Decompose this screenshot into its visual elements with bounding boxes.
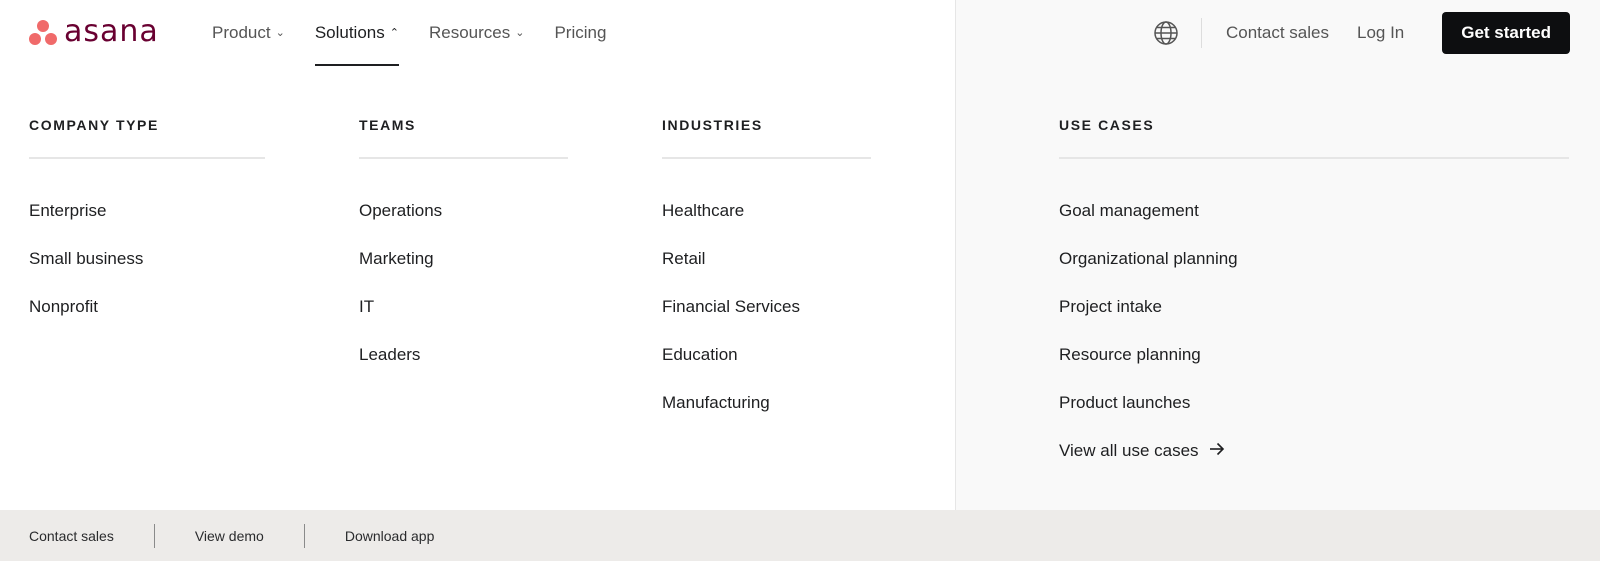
menu-link-operations[interactable]: Operations bbox=[359, 187, 568, 235]
menu-link-resource-planning[interactable]: Resource planning bbox=[1059, 331, 1569, 379]
company-type-column: COMPANY TYPE Enterprise Small business N… bbox=[29, 117, 265, 331]
nav-item-pricing[interactable]: Pricing bbox=[554, 0, 606, 66]
asana-logo[interactable]: asana bbox=[28, 14, 159, 49]
arrow-right-icon bbox=[1209, 427, 1225, 475]
chevron-up-icon: ⌃ bbox=[389, 26, 399, 39]
get-started-button[interactable]: Get started bbox=[1442, 12, 1570, 54]
nav-item-resources[interactable]: Resources ⌄ bbox=[429, 0, 524, 66]
industries-column: INDUSTRIES Healthcare Retail Financial S… bbox=[662, 117, 871, 427]
footer-view-demo-link[interactable]: View demo bbox=[195, 528, 264, 544]
company-type-list: Enterprise Small business Nonprofit bbox=[29, 187, 265, 331]
main-nav: Product ⌄ Solutions ⌃ Resources ⌄ Pricin… bbox=[212, 0, 636, 66]
column-title: INDUSTRIES bbox=[662, 117, 871, 159]
login-link[interactable]: Log In bbox=[1357, 23, 1404, 43]
use-cases-column: USE CASES Goal management Organizational… bbox=[1059, 117, 1569, 475]
menu-link-healthcare[interactable]: Healthcare bbox=[662, 187, 871, 235]
footer-contact-sales-link[interactable]: Contact sales bbox=[29, 528, 114, 544]
footer-divider bbox=[153, 523, 155, 548]
column-title: USE CASES bbox=[1059, 117, 1569, 159]
view-all-use-cases-link[interactable]: View all use cases bbox=[1059, 427, 1569, 475]
menu-link-goal-management[interactable]: Goal management bbox=[1059, 187, 1569, 235]
contact-sales-link[interactable]: Contact sales bbox=[1226, 23, 1329, 43]
menu-link-product-launches[interactable]: Product launches bbox=[1059, 379, 1569, 427]
menu-link-organizational-planning[interactable]: Organizational planning bbox=[1059, 235, 1569, 283]
nav-item-label: Resources bbox=[428, 23, 511, 42]
footer-divider bbox=[303, 523, 305, 548]
menu-link-small-business[interactable]: Small business bbox=[29, 235, 265, 283]
footer-download-app-link[interactable]: Download app bbox=[345, 528, 435, 544]
column-title: TEAMS bbox=[359, 117, 568, 159]
menu-link-project-intake[interactable]: Project intake bbox=[1059, 283, 1569, 331]
header-actions: Contact sales Log In Get started bbox=[1153, 12, 1570, 54]
asana-logo-icon bbox=[28, 18, 58, 46]
chevron-down-icon: ⌄ bbox=[275, 26, 285, 39]
view-all-label: View all use cases bbox=[1059, 441, 1199, 460]
menu-link-education[interactable]: Education bbox=[662, 331, 871, 379]
globe-icon[interactable] bbox=[1153, 20, 1179, 46]
menu-link-enterprise[interactable]: Enterprise bbox=[29, 187, 265, 235]
menu-link-marketing[interactable]: Marketing bbox=[359, 235, 568, 283]
column-title: COMPANY TYPE bbox=[29, 117, 265, 159]
menu-link-financial-services[interactable]: Financial Services bbox=[662, 283, 871, 331]
menu-link-leaders[interactable]: Leaders bbox=[359, 331, 568, 379]
chevron-down-icon: ⌄ bbox=[515, 26, 525, 39]
menu-link-retail[interactable]: Retail bbox=[662, 235, 871, 283]
menu-link-manufacturing[interactable]: Manufacturing bbox=[662, 379, 871, 427]
teams-list: Operations Marketing IT Leaders bbox=[359, 187, 568, 379]
nav-item-label: Solutions bbox=[314, 23, 385, 42]
nav-item-label: Pricing bbox=[554, 23, 607, 42]
menu-link-it[interactable]: IT bbox=[359, 283, 568, 331]
menu-link-nonprofit[interactable]: Nonprofit bbox=[29, 283, 265, 331]
nav-item-label: Product bbox=[212, 23, 271, 42]
teams-column: TEAMS Operations Marketing IT Leaders bbox=[359, 117, 568, 379]
use-cases-list: Goal management Organizational planning … bbox=[1059, 187, 1569, 475]
brand-name: asana bbox=[64, 14, 159, 49]
header-divider bbox=[1200, 18, 1202, 48]
nav-item-solutions[interactable]: Solutions ⌃ bbox=[314, 0, 400, 66]
mega-menu-footer: Contact sales View demo Download app bbox=[0, 510, 1600, 561]
nav-item-product[interactable]: Product ⌄ bbox=[212, 0, 285, 66]
industries-list: Healthcare Retail Financial Services Edu… bbox=[662, 187, 871, 427]
